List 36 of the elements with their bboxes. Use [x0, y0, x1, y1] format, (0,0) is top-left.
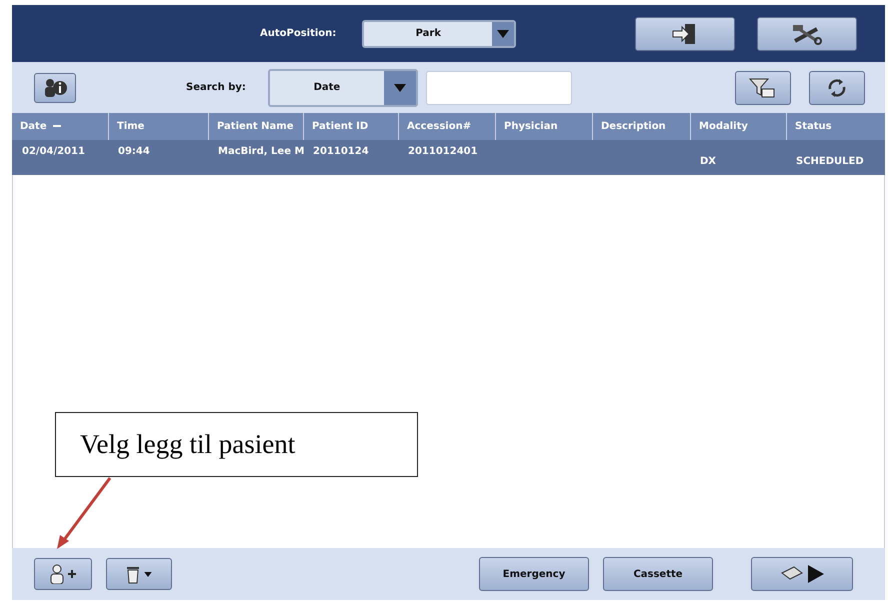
- callout-text: Velg legg til pasient: [55, 412, 418, 477]
- search-field-dropdown[interactable]: Date: [268, 68, 418, 106]
- exit-button[interactable]: [635, 16, 735, 50]
- trash-can-icon: [126, 564, 140, 584]
- action-button[interactable]: Cassette: [603, 557, 713, 591]
- search-input[interactable]: [426, 70, 572, 104]
- caret-icon: [144, 572, 152, 576]
- autoposition-label: AutoPosition:: [260, 28, 336, 39]
- table-cell-text: 02/04/2011: [21, 145, 86, 159]
- search-by-label: Search by:: [186, 82, 246, 93]
- table-cell-text: SCHEDULED: [795, 155, 865, 169]
- action-button[interactable]: Emergency: [479, 557, 589, 591]
- proceed-button[interactable]: [751, 557, 853, 591]
- column-header[interactable]: Date: [12, 113, 108, 140]
- patient-info-button[interactable]: [34, 72, 76, 102]
- table-cell-text: MacBird, Lee M: [217, 145, 303, 159]
- caret-icon: [497, 30, 510, 38]
- table-cell-text: DX: [699, 155, 718, 169]
- table-cell-text: 2011012401: [407, 145, 479, 159]
- person-plus-icon: [48, 564, 78, 584]
- wrench-hammer-icon: [791, 22, 823, 44]
- add-patient-button[interactable]: [34, 558, 92, 590]
- sort-indicator-icon: [52, 125, 61, 128]
- delete-button[interactable]: [106, 558, 172, 590]
- caret-icon: [394, 84, 406, 92]
- autoposition-dropdown[interactable]: Park: [362, 20, 516, 48]
- person-info-icon: [42, 78, 68, 98]
- table-cell-text: 09:44: [117, 145, 151, 159]
- callout-arrow: [57, 477, 112, 549]
- refresh-button[interactable]: [809, 70, 865, 104]
- table-cell-text: 20110124: [312, 145, 370, 159]
- tools-button[interactable]: [757, 16, 857, 50]
- table-row[interactable]: 02/04/2011 09:44 MacBird, Lee M 20110124 2011012401 DX SCHEDULED: [12, 140, 885, 175]
- filter-button[interactable]: [735, 70, 791, 104]
- play-icon: [808, 565, 824, 583]
- refresh-icon: [826, 76, 848, 98]
